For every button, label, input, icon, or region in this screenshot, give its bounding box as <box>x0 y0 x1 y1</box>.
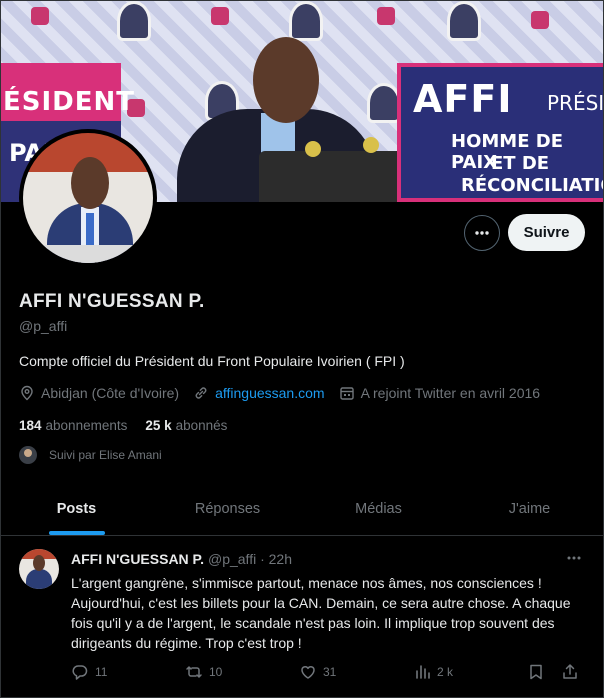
views-chart-icon <box>416 665 430 679</box>
tweet-author-name[interactable]: AFFI N'GUESSAN P. <box>71 551 204 567</box>
following-stat[interactable]: 184 abonnements <box>19 418 127 433</box>
profile-avatar[interactable] <box>19 129 157 267</box>
tweet[interactable]: AFFI N'GUESSAN P. @p_affi · 22h L'argent… <box>1 537 603 697</box>
tweet-handle-time[interactable]: @p_affi · 22h <box>208 551 292 567</box>
repost-icon <box>186 666 202 678</box>
profile-handle: @p_affi <box>19 318 68 334</box>
bookmark-button[interactable] <box>527 663 561 681</box>
follow-button[interactable]: Suivre <box>508 214 585 251</box>
banner-sticker <box>211 7 229 25</box>
profile-name: AFFI N'GUESSAN P. <box>19 291 205 312</box>
banner-poster <box>447 1 481 41</box>
tab-posts[interactable]: Posts <box>1 483 152 535</box>
calendar-icon <box>339 387 354 400</box>
more-dots-icon <box>567 556 581 560</box>
share-button[interactable] <box>561 663 585 681</box>
following-count: 184 <box>19 418 42 433</box>
reply-icon <box>72 665 88 680</box>
reply-button[interactable]: 11 <box>71 663 185 681</box>
profile-bio: Compte officiel du Président du Front Po… <box>19 353 405 369</box>
banner-sign-left: ÉSIDENT <box>1 63 134 121</box>
bookmark-icon <box>530 664 542 680</box>
followers-stat[interactable]: 25 k abonnés <box>145 418 227 433</box>
banner-poster <box>289 1 323 41</box>
tweet-actions: 11 10 31 2 k <box>71 663 591 681</box>
follower-avatar <box>19 446 37 464</box>
banner-sign-text: AFFI <box>413 77 513 121</box>
tweet-header: AFFI N'GUESSAN P. @p_affi · 22h <box>71 551 292 567</box>
banner-sign-text: PRÉSID <box>547 91 604 115</box>
followers-count: 25 k <box>145 418 172 433</box>
profile-tabs: Posts Réponses Médias J'aime <box>1 483 603 536</box>
tab-media[interactable]: Médias <box>303 483 454 535</box>
banner-sticker <box>531 11 549 29</box>
banner-poster <box>367 83 401 123</box>
reply-count: 11 <box>95 665 108 679</box>
views-button[interactable]: 2 k <box>413 663 527 681</box>
repost-count: 10 <box>209 665 223 679</box>
like-count: 31 <box>323 665 337 679</box>
following-label: abonnements <box>45 418 128 433</box>
tweet-avatar-figure <box>26 569 52 589</box>
profile-joined: A rejoint Twitter en avril 2016 <box>339 385 541 401</box>
banner-sign-right: AFFI PRÉSID HOMME DE PAIX ET DE RÉCONCIL… <box>397 63 604 202</box>
website-link[interactable]: affinguessan.com <box>215 385 324 401</box>
profile-page: ÉSIDENT PAI AFFI PRÉSID HOMME DE PAIX ET… <box>0 0 604 698</box>
tab-replies[interactable]: Réponses <box>152 483 303 535</box>
more-options-button[interactable] <box>464 215 500 251</box>
location-pin-icon <box>21 385 33 401</box>
microphone-icon <box>363 137 379 153</box>
profile-website[interactable]: affinguessan.com <box>193 385 325 401</box>
avatar-figure-head <box>71 157 109 209</box>
followed-by[interactable]: Suivi par Elise Amani <box>19 446 162 464</box>
more-dots-icon <box>475 231 489 235</box>
location-text: Abidjan (Côte d'Ivoire) <box>41 385 180 401</box>
followed-by-text: Suivi par Elise Amani <box>49 448 162 462</box>
banner-sign-text: RÉCONCILIATION <box>461 175 603 196</box>
heart-icon <box>301 666 315 679</box>
tab-likes[interactable]: J'aime <box>454 483 603 535</box>
tweet-avatar[interactable] <box>19 549 59 589</box>
banner-poster <box>117 1 151 41</box>
banner-sign-text: ET DE <box>491 153 550 174</box>
banner-sticker <box>377 7 395 25</box>
banner-sign-text: ÉSIDENT <box>3 87 135 117</box>
share-icon <box>563 664 577 679</box>
like-button[interactable]: 31 <box>299 663 413 681</box>
tweet-text: L'argent gangrène, s'immisce partout, me… <box>71 575 571 651</box>
followers-label: abonnés <box>175 418 228 433</box>
link-icon <box>195 387 207 399</box>
views-count: 2 k <box>437 665 454 679</box>
banner-person-head <box>253 37 319 123</box>
tweet-avatar-figure-head <box>33 555 45 571</box>
repost-button[interactable]: 10 <box>185 663 299 681</box>
tweet-more-button[interactable] <box>565 549 583 572</box>
avatar-desk <box>33 245 153 263</box>
profile-meta: Abidjan (Côte d'Ivoire) affinguessan.com… <box>19 385 554 401</box>
banner-sticker <box>31 7 49 25</box>
profile-location: Abidjan (Côte d'Ivoire) <box>19 385 179 401</box>
profile-stats: 184 abonnements 25 k abonnés <box>19 418 245 433</box>
joined-text: A rejoint Twitter en avril 2016 <box>360 385 541 401</box>
microphone-icon <box>305 141 321 157</box>
